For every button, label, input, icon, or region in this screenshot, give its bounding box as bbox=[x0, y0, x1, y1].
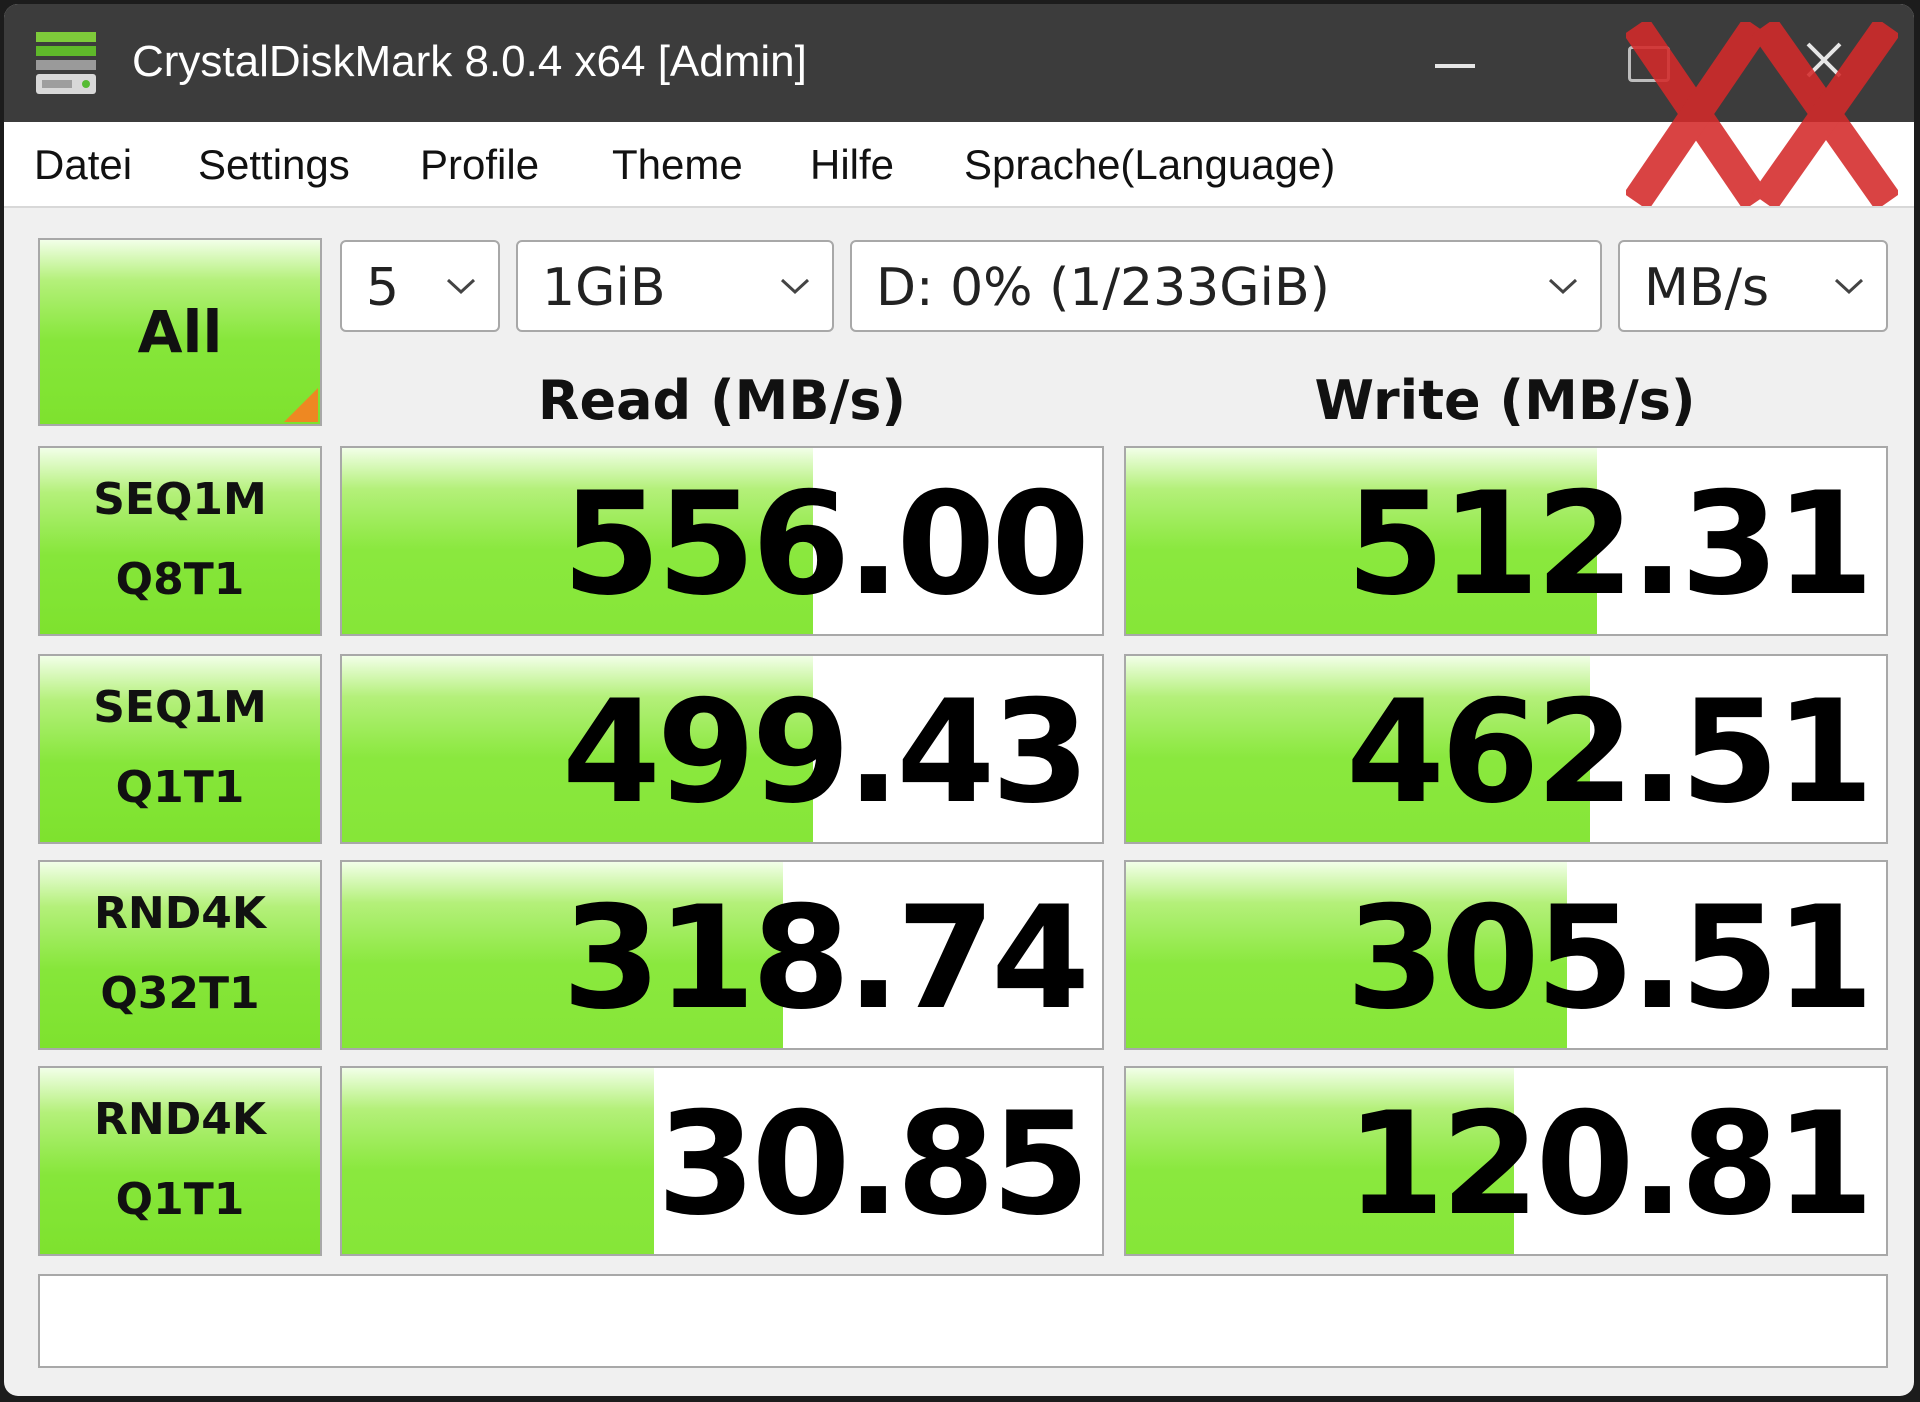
app-window: CrystalDiskMark 8.0.4 x64 [Admin] Datei … bbox=[4, 4, 1914, 1396]
read-column-header: Read (MB/s) bbox=[537, 369, 907, 432]
menu-datei[interactable]: Datei bbox=[34, 140, 132, 190]
test-size-select[interactable]: 1GiB bbox=[516, 240, 834, 332]
write-result-cell: 305.51 bbox=[1124, 860, 1888, 1050]
test-name: RND4K bbox=[94, 1094, 266, 1145]
chevron-down-icon bbox=[780, 278, 810, 295]
read-result-value: 318.74 bbox=[562, 876, 1090, 1041]
test-params: Q1T1 bbox=[115, 762, 245, 813]
maximize-icon[interactable] bbox=[1614, 30, 1684, 94]
menu-hilfe[interactable]: Hilfe bbox=[810, 140, 894, 190]
read-result-value: 499.43 bbox=[562, 670, 1090, 835]
run-all-label: All bbox=[137, 298, 223, 366]
comment-input[interactable] bbox=[38, 1274, 1888, 1368]
menu-profile[interactable]: Profile bbox=[420, 140, 539, 190]
write-result-value: 305.51 bbox=[1346, 876, 1874, 1041]
chevron-down-icon bbox=[446, 278, 476, 295]
write-result-cell: 512.31 bbox=[1124, 446, 1888, 636]
test-button-rnd4k-q32t1[interactable]: RND4K Q32T1 bbox=[38, 860, 322, 1050]
menu-theme[interactable]: Theme bbox=[612, 140, 743, 190]
test-params: Q8T1 bbox=[115, 554, 245, 605]
test-button-seq1m-q1t1[interactable]: SEQ1M Q1T1 bbox=[38, 654, 322, 844]
read-result-cell: 318.74 bbox=[340, 860, 1104, 1050]
crystaldiskmark-app-icon bbox=[36, 32, 96, 94]
unit-value: MB/s bbox=[1644, 258, 1770, 318]
write-result-cell: 120.81 bbox=[1124, 1066, 1888, 1256]
unit-select[interactable]: MB/s bbox=[1618, 240, 1888, 332]
chevron-down-icon bbox=[1548, 278, 1578, 295]
write-result-value: 512.31 bbox=[1346, 462, 1874, 627]
write-result-value: 462.51 bbox=[1346, 670, 1874, 835]
chevron-down-icon bbox=[1834, 278, 1864, 295]
drive-select[interactable]: D: 0% (1/233GiB) bbox=[850, 240, 1602, 332]
test-button-seq1m-q8t1[interactable]: SEQ1M Q8T1 bbox=[38, 446, 322, 636]
test-button-rnd4k-q1t1[interactable]: RND4K Q1T1 bbox=[38, 1066, 322, 1256]
write-result-value: 120.81 bbox=[1346, 1082, 1874, 1247]
title-bar[interactable]: CrystalDiskMark 8.0.4 x64 [Admin] bbox=[4, 4, 1914, 122]
run-all-button[interactable]: All bbox=[38, 238, 322, 426]
close-icon[interactable] bbox=[1794, 30, 1864, 94]
menu-settings[interactable]: Settings bbox=[198, 140, 350, 190]
test-name: RND4K bbox=[94, 888, 266, 939]
read-result-cell: 556.00 bbox=[340, 446, 1104, 636]
read-result-value: 30.85 bbox=[656, 1082, 1090, 1247]
read-result-cell: 499.43 bbox=[340, 654, 1104, 844]
test-params: Q32T1 bbox=[100, 968, 260, 1019]
write-result-cell: 462.51 bbox=[1124, 654, 1888, 844]
test-count-select[interactable]: 5 bbox=[340, 240, 500, 332]
test-params: Q1T1 bbox=[115, 1174, 245, 1225]
read-result-bar bbox=[342, 1068, 654, 1254]
write-column-header: Write (MB/s) bbox=[1314, 369, 1696, 432]
read-result-cell: 30.85 bbox=[340, 1066, 1104, 1256]
test-size-value: 1GiB bbox=[542, 258, 666, 318]
read-result-value: 556.00 bbox=[562, 462, 1090, 627]
drive-value: D: 0% (1/233GiB) bbox=[876, 258, 1330, 318]
window-title: CrystalDiskMark 8.0.4 x64 [Admin] bbox=[132, 37, 807, 86]
menu-bar: Datei Settings Profile Theme Hilfe Sprac… bbox=[4, 122, 1914, 208]
test-name: SEQ1M bbox=[93, 474, 267, 525]
menu-language[interactable]: Sprache(Language) bbox=[964, 140, 1335, 190]
test-count-value: 5 bbox=[366, 258, 400, 318]
corner-marker-icon bbox=[284, 388, 318, 422]
minimize-icon[interactable] bbox=[1419, 30, 1489, 94]
test-name: SEQ1M bbox=[93, 682, 267, 733]
